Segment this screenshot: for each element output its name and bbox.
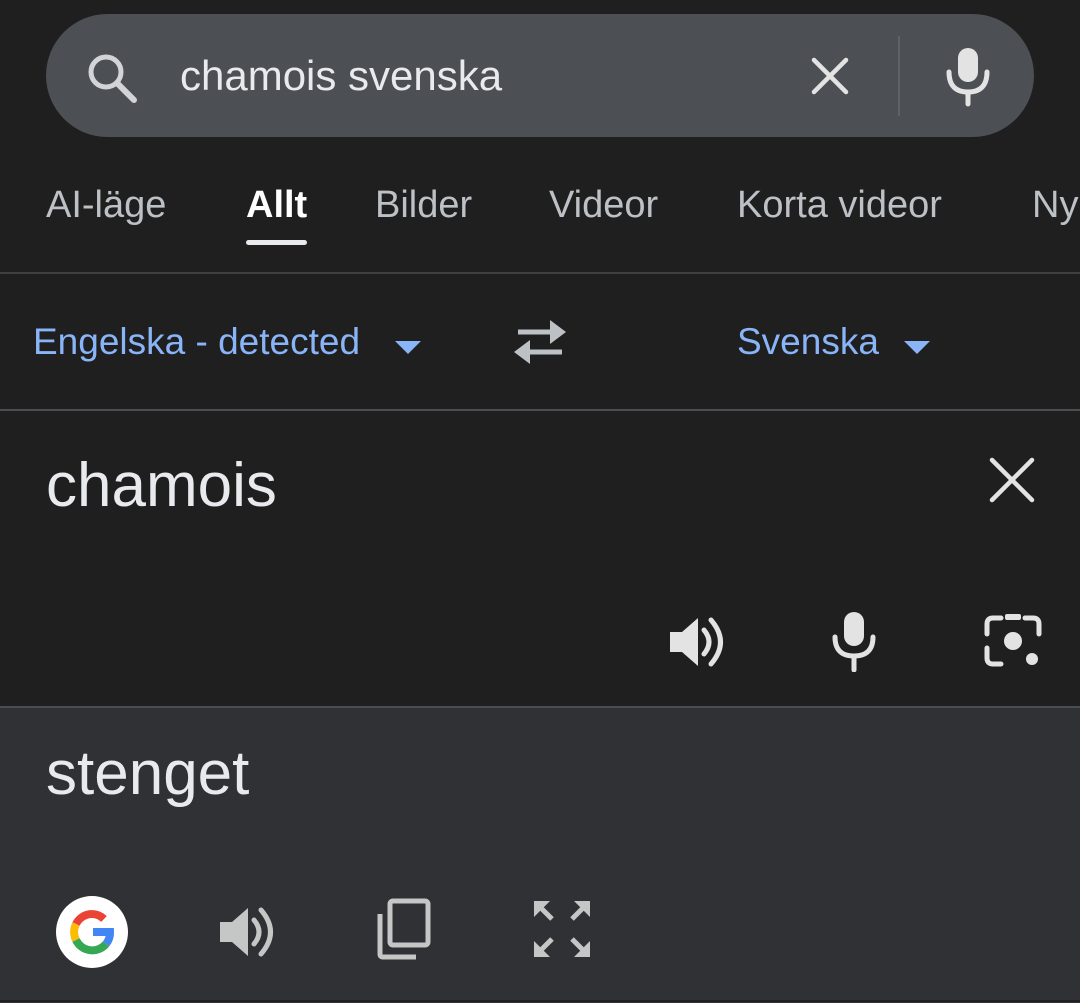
target-language-selector[interactable]: Svenska bbox=[737, 319, 879, 365]
tab-all[interactable]: Allt bbox=[246, 182, 307, 228]
search-tabs: AI-läge Allt Bilder Videor Korta videor … bbox=[0, 160, 1080, 272]
active-tab-indicator bbox=[246, 240, 307, 245]
search-icon[interactable] bbox=[84, 50, 140, 106]
mic-icon[interactable] bbox=[826, 610, 882, 672]
google-logo-icon[interactable] bbox=[56, 896, 128, 968]
tab-short-videos[interactable]: Korta videor bbox=[737, 182, 942, 228]
source-language-selector[interactable]: Engelska - detected bbox=[33, 319, 360, 365]
speaker-icon[interactable] bbox=[668, 612, 728, 672]
fullscreen-icon[interactable] bbox=[532, 899, 592, 959]
swap-languages-icon[interactable] bbox=[508, 316, 572, 368]
copy-icon[interactable] bbox=[376, 898, 432, 960]
source-text-input[interactable]: chamois bbox=[46, 450, 277, 522]
tabs-divider bbox=[0, 272, 1080, 274]
bottom-edge bbox=[0, 1000, 1080, 1002]
tab-ai-mode[interactable]: AI-läge bbox=[46, 182, 166, 228]
chevron-down-icon[interactable] bbox=[393, 339, 423, 355]
close-icon[interactable] bbox=[986, 454, 1038, 506]
translate-result-page: chamois svenska AI-läge Allt Bilder Vide… bbox=[0, 0, 1080, 1003]
camera-icon[interactable] bbox=[983, 612, 1043, 670]
search-input[interactable]: chamois svenska bbox=[180, 46, 502, 106]
tab-news[interactable]: Ny bbox=[1032, 182, 1078, 228]
language-divider bbox=[0, 409, 1080, 411]
chevron-down-icon[interactable] bbox=[902, 339, 932, 355]
translated-text: stenget bbox=[46, 739, 250, 808]
panel-divider bbox=[0, 706, 1080, 708]
search-divider bbox=[898, 36, 900, 116]
speaker-icon[interactable] bbox=[218, 902, 278, 962]
mic-icon[interactable] bbox=[940, 44, 996, 108]
tab-videos[interactable]: Videor bbox=[549, 182, 658, 228]
close-icon[interactable] bbox=[806, 52, 854, 100]
tab-images[interactable]: Bilder bbox=[375, 182, 472, 228]
